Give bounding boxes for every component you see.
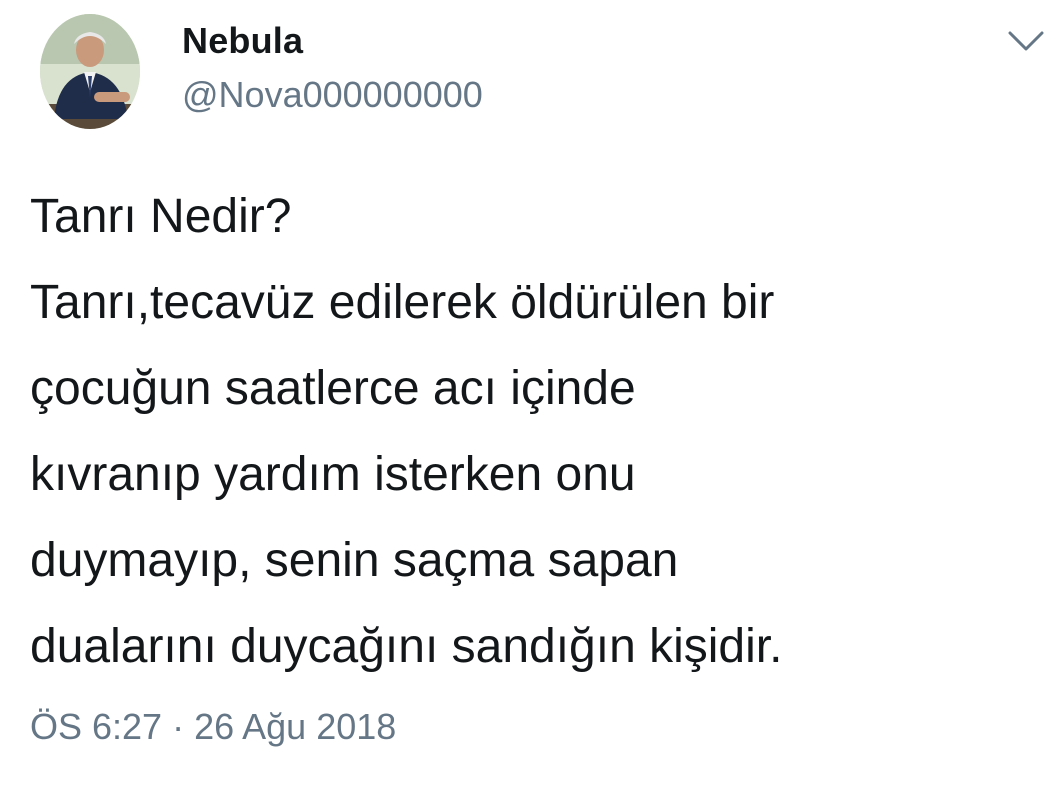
display-name[interactable]: Nebula	[182, 20, 303, 62]
tweet-text: Tanrı Nedir? Tanrı,tecavüz edilerek öldü…	[30, 174, 1040, 690]
tweet-menu-button[interactable]	[1004, 26, 1048, 56]
tweet-text-line: Tanrı,tecavüz edilerek öldürülen bir	[30, 276, 775, 329]
tweet-card: Nebula @Nova000000000 Tanrı Nedir? Tanrı…	[0, 0, 1062, 794]
tweet-timestamp[interactable]: ÖS 6:27 · 26 Ağu 2018	[30, 706, 396, 748]
tweet-text-line: kıvranıp yardım isterken onu	[30, 448, 636, 501]
chevron-down-icon	[1008, 31, 1044, 51]
tweet-text-line: dualarını duycağını sandığın kişidir.	[30, 620, 783, 673]
tweet-text-line: duymayıp, senin saçma sapan	[30, 534, 679, 587]
tweet-text-line: Tanrı Nedir?	[30, 190, 292, 243]
user-handle[interactable]: @Nova000000000	[182, 74, 483, 116]
avatar[interactable]	[40, 14, 140, 129]
tweet-text-line: çocuğun saatlerce acı içinde	[30, 362, 636, 415]
avatar-image	[40, 14, 140, 129]
